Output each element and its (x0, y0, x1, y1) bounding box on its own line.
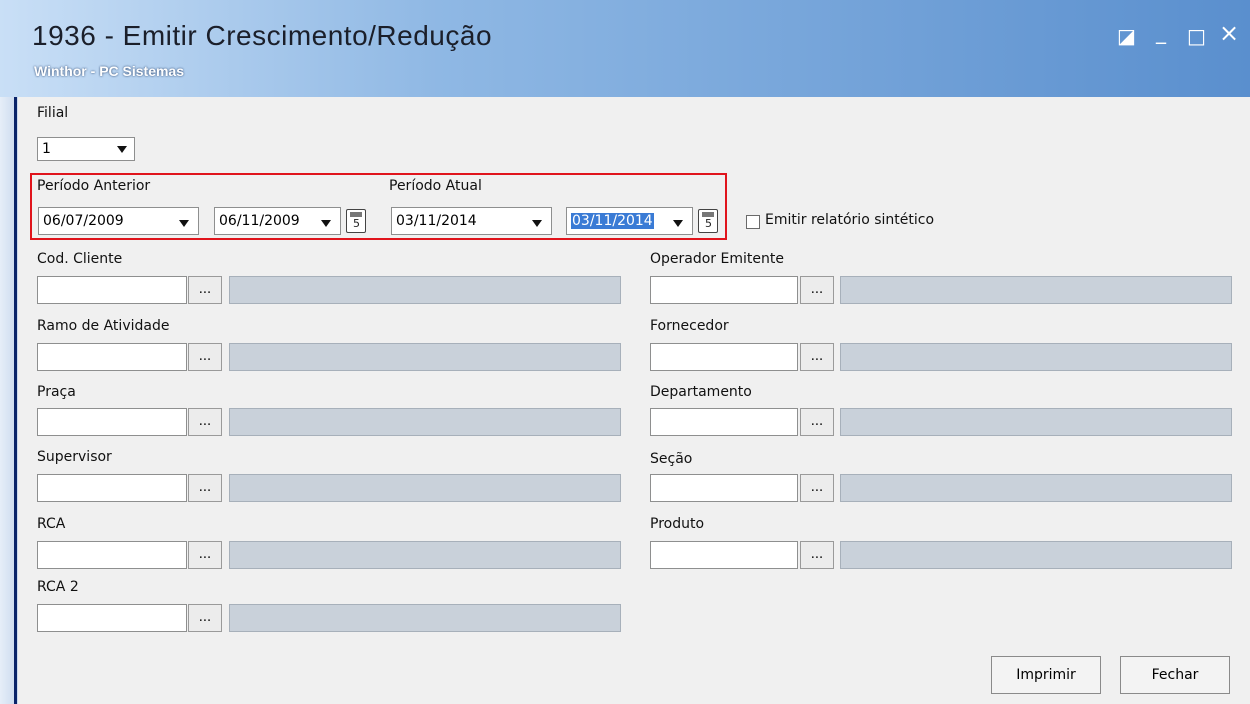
maximize-button[interactable]: □ (1187, 26, 1206, 46)
cod-cliente-input[interactable] (37, 276, 187, 304)
produto-description (840, 541, 1232, 569)
ramo-atividade-input[interactable] (37, 343, 187, 371)
operador-emitente-description (840, 276, 1232, 304)
supervisor-search-button[interactable]: ... (188, 474, 222, 502)
chevron-down-icon[interactable] (673, 220, 683, 227)
departamento-search-button[interactable]: ... (800, 408, 834, 436)
praca-input[interactable] (37, 408, 187, 436)
departamento-input[interactable] (650, 408, 798, 436)
periodo-anterior-start-date[interactable]: 06/07/2009 (38, 207, 199, 235)
calendar-icon[interactable] (346, 209, 366, 233)
chevron-down-icon[interactable] (321, 220, 331, 227)
sintetico-label: Emitir relatório sintético (765, 212, 935, 228)
fornecedor-description (840, 343, 1232, 371)
periodo-anterior-label: Período Anterior (37, 178, 151, 194)
cod-cliente-search-button[interactable]: ... (188, 276, 222, 304)
filial-value: 1 (42, 141, 51, 157)
field-label: Operador Emitente (650, 251, 784, 267)
chevron-down-icon[interactable] (117, 146, 127, 153)
ramo-atividade-search-button[interactable]: ... (188, 343, 222, 371)
field-label: Departamento (650, 384, 752, 400)
field-label: Ramo de Atividade (37, 318, 170, 334)
cod-cliente-description (229, 276, 621, 304)
periodo-atual-start-date[interactable]: 03/11/2014 (391, 207, 552, 235)
produto-input[interactable] (650, 541, 798, 569)
field-label: Fornecedor (650, 318, 729, 334)
window-title: 1936 - Emitir Crescimento/Redução (32, 20, 493, 51)
restore-icon[interactable]: ◪ (1117, 26, 1136, 46)
field-label: Cod. Cliente (37, 251, 123, 267)
field-label: RCA (37, 516, 66, 532)
sintetico-checkbox[interactable] (746, 215, 760, 229)
calendar-icon[interactable] (698, 209, 718, 233)
periodo-atual-label: Período Atual (389, 178, 482, 194)
minimize-button[interactable]: _ (1156, 22, 1166, 42)
departamento-description (840, 408, 1232, 436)
supervisor-input[interactable] (37, 474, 187, 502)
supervisor-description (229, 474, 621, 502)
close-button[interactable]: Fechar (1120, 656, 1230, 694)
field-label: Supervisor (37, 449, 112, 465)
rca-description (229, 541, 621, 569)
periodo-anterior-end-value: 06/11/2009 (219, 213, 300, 229)
field-label: Produto (650, 516, 705, 532)
filial-select[interactable]: 1 (37, 137, 135, 161)
rca-input[interactable] (37, 541, 187, 569)
periodo-anterior-end-date[interactable]: 06/11/2009 (214, 207, 341, 235)
praca-search-button[interactable]: ... (188, 408, 222, 436)
secao-search-button[interactable]: ... (800, 474, 834, 502)
fornecedor-input[interactable] (650, 343, 798, 371)
secao-input[interactable] (650, 474, 798, 502)
rca-search-button[interactable]: ... (188, 541, 222, 569)
field-label: Seção (650, 451, 693, 467)
periodo-anterior-start-value: 06/07/2009 (43, 213, 124, 229)
rca2-description (229, 604, 621, 632)
periodo-atual-end-value: 03/11/2014 (571, 213, 654, 229)
window-subtitle: Winthor - PC Sistemas (34, 63, 185, 79)
ramo-atividade-description (229, 343, 621, 371)
periodo-atual-start-value: 03/11/2014 (396, 213, 477, 229)
fornecedor-search-button[interactable]: ... (800, 343, 834, 371)
praca-description (229, 408, 621, 436)
title-bar: 1936 - Emitir Crescimento/Redução Wintho… (0, 0, 1250, 97)
field-label: Praça (37, 384, 76, 400)
operador-emitente-input[interactable] (650, 276, 798, 304)
window-left-edge (14, 97, 17, 704)
print-button[interactable]: Imprimir (991, 656, 1101, 694)
chevron-down-icon[interactable] (532, 220, 542, 227)
operador-emitente-search-button[interactable]: ... (800, 276, 834, 304)
rca2-input[interactable] (37, 604, 187, 632)
periodo-atual-end-date[interactable]: 03/11/2014 (566, 207, 693, 235)
secao-description (840, 474, 1232, 502)
field-label: RCA 2 (37, 579, 79, 595)
rca2-search-button[interactable]: ... (188, 604, 222, 632)
close-window-button[interactable]: × (1219, 21, 1239, 45)
filial-label: Filial (37, 105, 69, 121)
produto-search-button[interactable]: ... (800, 541, 834, 569)
chevron-down-icon[interactable] (179, 220, 189, 227)
